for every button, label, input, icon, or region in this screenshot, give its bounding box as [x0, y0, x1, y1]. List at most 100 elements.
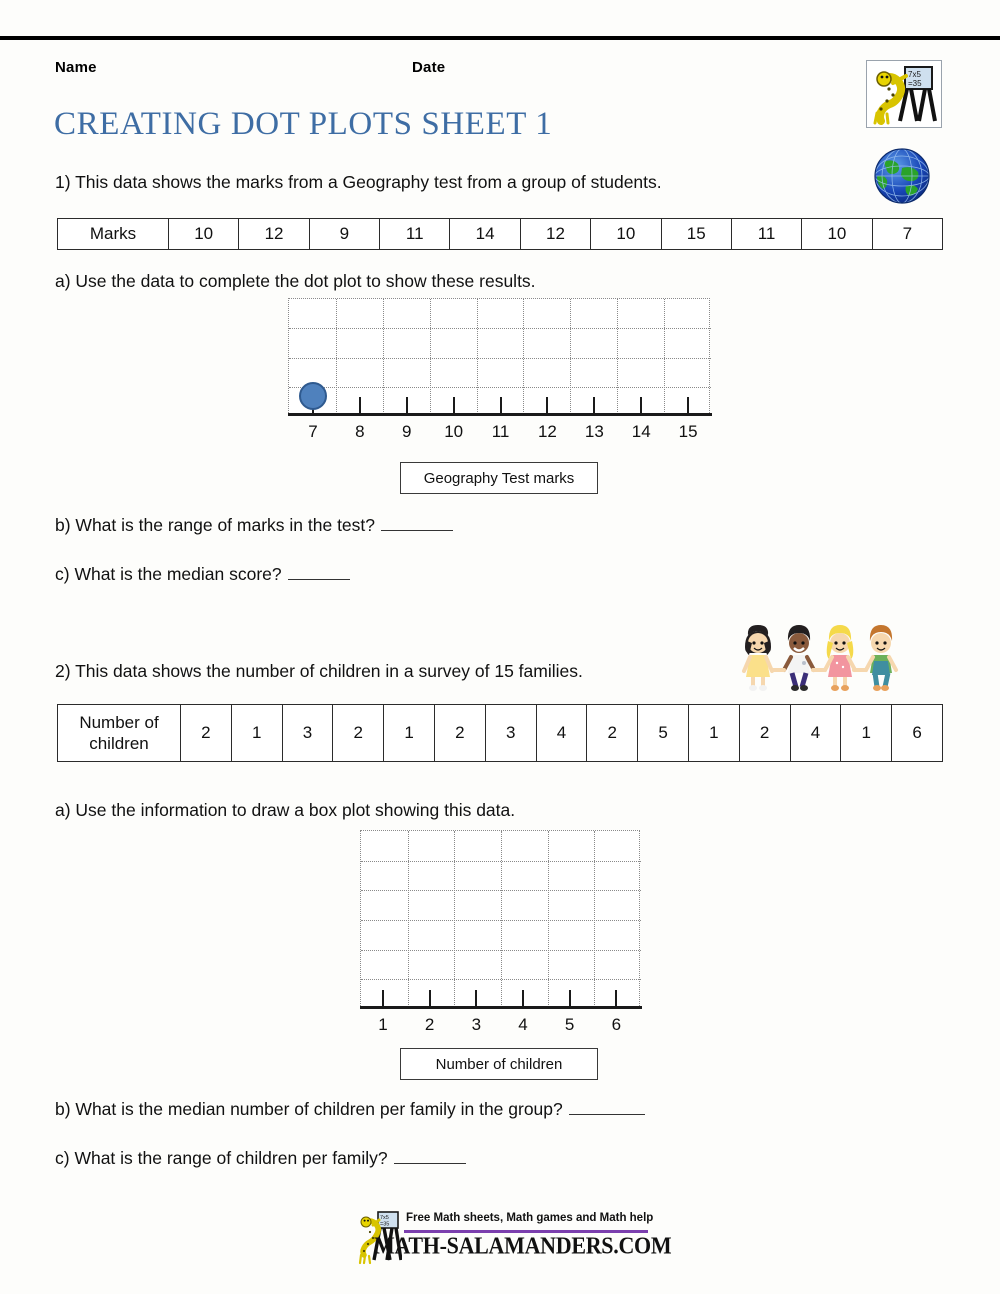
table-cell: 10	[167, 218, 240, 250]
question-2-part-c: c) What is the range of children per fam…	[55, 1148, 466, 1169]
x-axis-label-text: Number of children	[435, 1055, 563, 1073]
table-cell: 1	[230, 704, 283, 762]
table-row: Marks 10 12 9 11 14 12 10 15 11 10 7	[57, 218, 944, 250]
grid-line-horizontal	[361, 949, 641, 951]
svg-text:=35: =35	[380, 1222, 389, 1228]
table-cell: 5	[637, 704, 689, 762]
table-cell: 4	[535, 704, 588, 762]
question-2-part-c-text: c) What is the range of children per fam…	[55, 1148, 388, 1168]
axis-tick	[452, 397, 455, 415]
svg-text:7x5: 7x5	[380, 1215, 389, 1221]
marks-data-table: Marks 10 12 9 11 14 12 10 15 11 10 7	[57, 218, 944, 250]
table-row-label: Number of children	[57, 704, 181, 762]
table-row-label-line2: children	[89, 734, 149, 753]
table-cell: 1	[383, 704, 435, 762]
grid-line-horizontal	[361, 860, 641, 862]
question-2-part-b-text: b) What is the median number of children…	[55, 1099, 563, 1119]
table-cell: 15	[660, 218, 732, 250]
table-row-label-line1: Number of	[79, 712, 159, 732]
dot-plot-geography[interactable]: Geography Test marks 7 8 9 10 11 12 13 14 15	[288, 298, 712, 508]
globe-icon	[874, 148, 930, 204]
axis-tick	[687, 397, 690, 415]
table-cell: 12	[238, 218, 310, 250]
page-title: CREATING DOT PLOTS SHEET 1	[54, 106, 553, 142]
x-axis-label-box: Number of children	[400, 1048, 598, 1080]
grid-line-horizontal	[289, 328, 711, 330]
salamander-teacher-icon: 7x5 =35	[867, 61, 941, 127]
axis-tick-label: 10	[444, 422, 464, 441]
question-1-intro: 1) This data shows the marks from a Geog…	[55, 172, 662, 192]
table-cell: 1	[687, 704, 740, 762]
axis-tick	[428, 990, 431, 1008]
table-cell: 10	[801, 218, 873, 250]
math-salamanders-logo: 7x5 =35	[866, 60, 942, 128]
grid-line-horizontal	[361, 920, 641, 921]
table-cell: 1	[840, 704, 893, 762]
question-1-part-b: b) What is the range of marks in the tes…	[55, 515, 454, 536]
question-1-part-b-text: b) What is the range of marks in the tes…	[55, 515, 376, 535]
table-cell: 2	[738, 704, 791, 762]
axis-tick	[358, 397, 361, 415]
x-axis-label-box: Geography Test marks	[400, 462, 598, 494]
axis-tick	[640, 397, 643, 415]
table-cell: 2	[586, 704, 639, 762]
table-row-label: Marks	[57, 218, 169, 250]
answer-blank-2b[interactable]	[568, 1100, 645, 1115]
table-cell: 2	[433, 704, 486, 762]
answer-blank-2c[interactable]	[393, 1149, 466, 1164]
footer-url[interactable]: MATH-SALAMANDERS.COM	[374, 1232, 672, 1260]
axis-tick-label: 6	[611, 1015, 622, 1034]
axis-tick-label: 1	[378, 1015, 388, 1034]
axis-tick	[405, 397, 408, 415]
dot-plot-children[interactable]: Number of children 1 2 3 4 5 6	[360, 830, 642, 1080]
answer-blank-1c[interactable]	[287, 565, 350, 580]
question-1-part-c-text: c) What is the median score?	[55, 564, 282, 584]
table-cell: 2	[180, 704, 232, 762]
table-cell: 11	[730, 218, 803, 250]
page-top-rule	[0, 36, 1000, 40]
axis-tick-label: 11	[491, 422, 510, 441]
question-2-part-b: b) What is the median number of children…	[55, 1099, 645, 1120]
plot-grid	[360, 830, 641, 1009]
worksheet-page: Name Date CREATING DOT PLOTS SHEET 1 7x5…	[0, 0, 1000, 1294]
footer-tagline: Free Math sheets, Math games and Math he…	[406, 1212, 654, 1224]
question-2-intro: 2) This data shows the number of childre…	[55, 661, 583, 681]
axis-tick	[522, 990, 524, 1008]
question-1-part-c: c) What is the median score?	[55, 564, 350, 585]
axis-tick-label: 12	[537, 422, 557, 441]
axis-tick-label: 7	[308, 422, 318, 441]
x-axis-line	[360, 1006, 642, 1009]
table-cell: 7	[871, 218, 944, 250]
question-2-part-a: a) Use the information to draw a box plo…	[55, 800, 516, 820]
question-1-part-a: a) Use the data to complete the dot plot…	[55, 271, 536, 291]
axis-tick-label: 2	[424, 1015, 435, 1034]
date-field-label: Date	[412, 59, 446, 76]
svg-text:=35: =35	[908, 79, 922, 88]
axis-tick-label: 3	[471, 1015, 482, 1034]
axis-tick	[546, 397, 549, 415]
svg-text:7x5: 7x5	[908, 70, 921, 79]
table-cell: 6	[891, 704, 943, 762]
axis-tick	[593, 397, 596, 415]
table-cell: 10	[590, 218, 662, 250]
axis-tick-label: 4	[518, 1015, 528, 1034]
table-cell: 11	[379, 218, 451, 250]
table-cell: 9	[308, 218, 381, 250]
axis-tick-label: 13	[584, 422, 604, 441]
x-axis-label-text: Geography Test marks	[423, 469, 575, 487]
grid-line-horizontal	[361, 890, 641, 892]
grid-line-horizontal	[361, 979, 641, 981]
answer-blank-1b[interactable]	[381, 516, 454, 531]
table-cell: 14	[449, 218, 521, 250]
table-cell: 2	[332, 704, 385, 762]
grid-line-horizontal	[289, 386, 711, 388]
table-cell: 12	[519, 218, 592, 250]
name-field-label: Name	[55, 59, 97, 76]
axis-tick-label: 14	[631, 422, 651, 441]
grid-line-horizontal	[289, 357, 711, 359]
children-clipart-icon	[742, 625, 898, 691]
axis-tick	[382, 990, 384, 1008]
axis-tick	[568, 990, 571, 1008]
axis-tick-label: 8	[355, 422, 365, 441]
table-cell: 3	[281, 704, 334, 762]
